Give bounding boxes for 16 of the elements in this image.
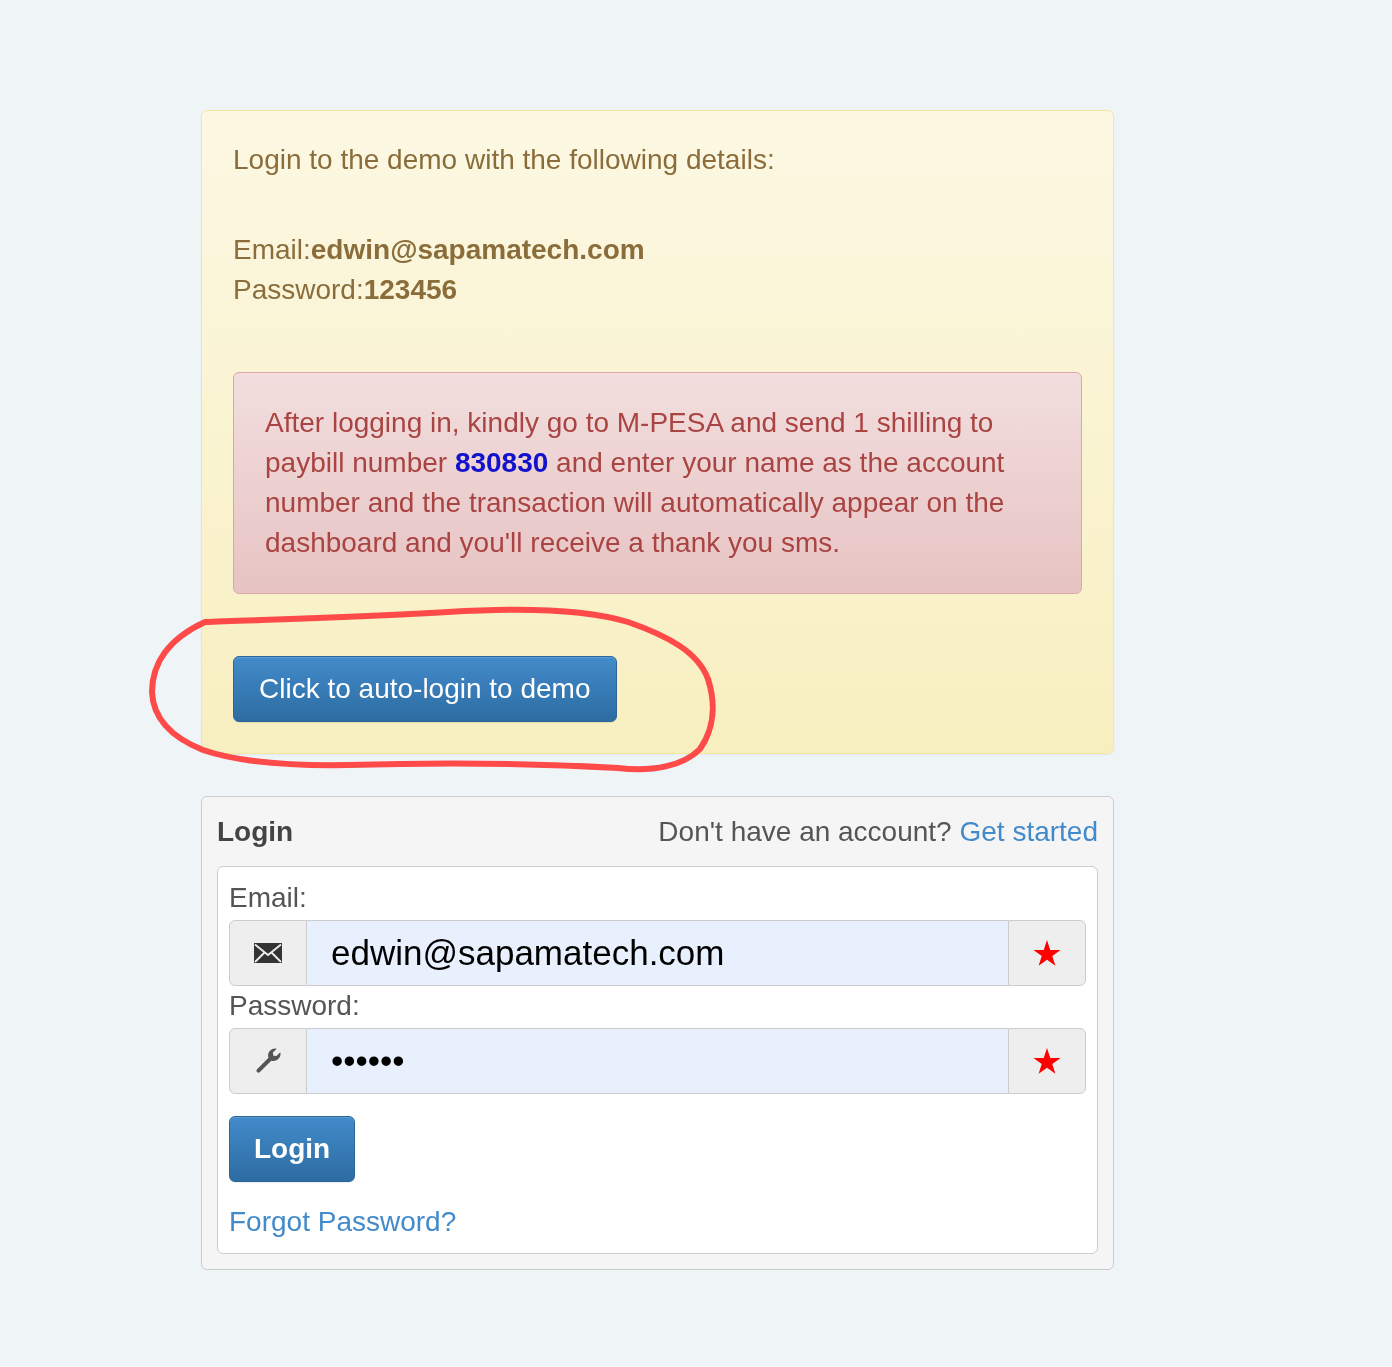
auto-login-button[interactable]: Click to auto-login to demo [233,656,617,722]
credential-line: Email:edwin@sapamatech.com [233,233,646,267]
field-label: Password: [229,990,360,1021]
field-label: Email: [229,882,307,913]
credential-line: Password:123456 [233,273,459,307]
panel-title: Login [217,815,294,849]
email-field[interactable]: edwin@sapamatech.com [307,920,1008,986]
envelope-icon [254,943,282,963]
forgot-password-link[interactable]: Forgot Password? [229,1206,457,1237]
notice-intro: Login to the demo with the following details: [233,143,776,177]
signup-prompt: Don't have an account? [658,816,952,847]
login-button[interactable]: Login [229,1116,356,1182]
wrench-icon [254,1047,282,1075]
password-field[interactable]: •••••• [307,1028,1008,1094]
get-started-link[interactable]: Get started [959,816,1098,847]
alert-message: After logging in, kindly go to M-PESA and send 1 shilling to paybill number 830830 and enter your name as the account number and the transaction will automatically appear on the dashboard and you'll receive a thank you sms. [233,372,1082,594]
